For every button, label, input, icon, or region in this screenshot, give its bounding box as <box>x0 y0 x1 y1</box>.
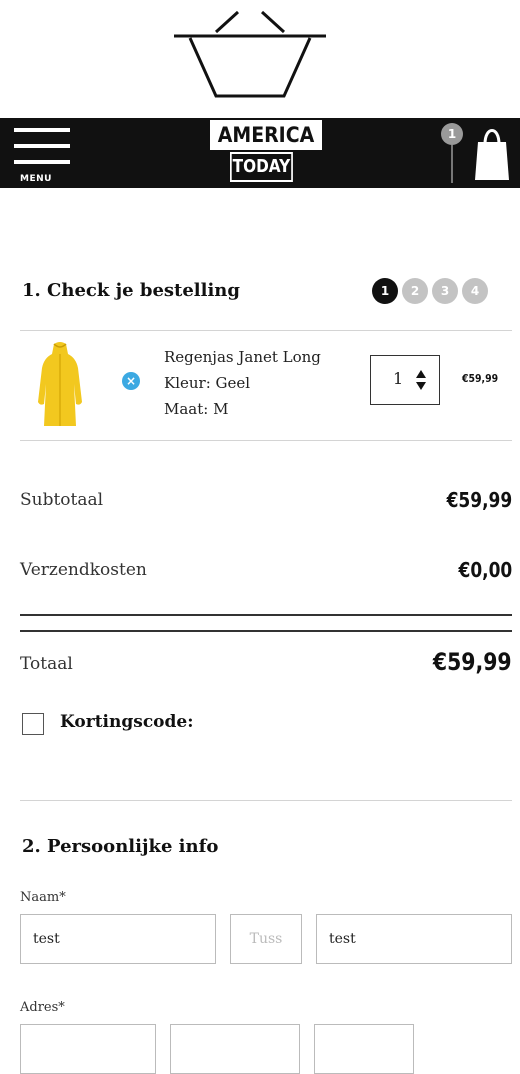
divider <box>20 614 512 616</box>
shopping-bag-icon[interactable] <box>473 124 511 182</box>
shipping-value: €0,00 <box>458 558 512 582</box>
line-price: €59,99 <box>462 372 499 385</box>
divider <box>20 330 512 331</box>
menu-bar-icon <box>14 144 70 148</box>
site-header: MENU AMERICA TODAY 1 <box>0 118 520 188</box>
basket-icon <box>174 10 326 98</box>
logo[interactable]: AMERICA TODAY <box>210 120 322 182</box>
menu-bar-icon <box>14 128 70 132</box>
divider <box>20 440 512 441</box>
addition-input[interactable] <box>314 1024 414 1074</box>
logo-line-2: TODAY <box>230 152 293 182</box>
total-label: Totaal <box>20 654 73 674</box>
house-number-input[interactable] <box>170 1024 300 1074</box>
shipping-label: Verzendkosten <box>20 560 147 580</box>
product-size: Maat: M <box>164 400 229 418</box>
total-value: €59,99 <box>433 648 512 676</box>
step-4[interactable]: 4 <box>462 278 488 304</box>
checkout-steps: 1 2 3 4 <box>372 278 488 306</box>
discount-label[interactable]: Kortingscode: <box>60 712 194 732</box>
quantity-value: 1 <box>393 369 404 388</box>
middle-name-input[interactable] <box>230 914 302 964</box>
first-name-input[interactable] <box>20 914 216 964</box>
menu-button[interactable]: MENU <box>14 126 70 184</box>
product-name[interactable]: Regenjas Janet Long <box>164 344 321 370</box>
logo-line-1: AMERICA <box>210 120 322 150</box>
last-name-input[interactable] <box>316 914 512 964</box>
name-label: Naam* <box>20 890 66 905</box>
quantity-select[interactable]: 1 <box>370 355 440 405</box>
postcode-input[interactable] <box>20 1024 156 1074</box>
divider <box>20 800 512 801</box>
menu-label: MENU <box>20 174 52 184</box>
order-section-title: 1. Check je bestelling <box>22 280 240 301</box>
product-color: Kleur: Geel <box>164 374 251 392</box>
step-2[interactable]: 2 <box>402 278 428 304</box>
step-3[interactable]: 3 <box>432 278 458 304</box>
close-circle-icon[interactable]: × <box>122 372 140 390</box>
personal-info-title: 2. Persoonlijke info <box>22 836 219 857</box>
discount-checkbox[interactable] <box>22 713 44 735</box>
step-1[interactable]: 1 <box>372 278 398 304</box>
menu-bar-icon <box>14 160 70 164</box>
product-image[interactable] <box>32 340 88 430</box>
subtotal-value: €59,99 <box>446 488 512 512</box>
subtotal-label: Subtotaal <box>20 490 104 510</box>
divider <box>451 145 453 183</box>
divider <box>20 630 512 632</box>
sort-arrows-icon <box>416 370 426 390</box>
cart-count-badge: 1 <box>441 123 463 145</box>
address-label: Adres* <box>20 1000 65 1015</box>
product-details: Regenjas Janet Long Kleur: Geel Maat: M <box>164 344 321 422</box>
